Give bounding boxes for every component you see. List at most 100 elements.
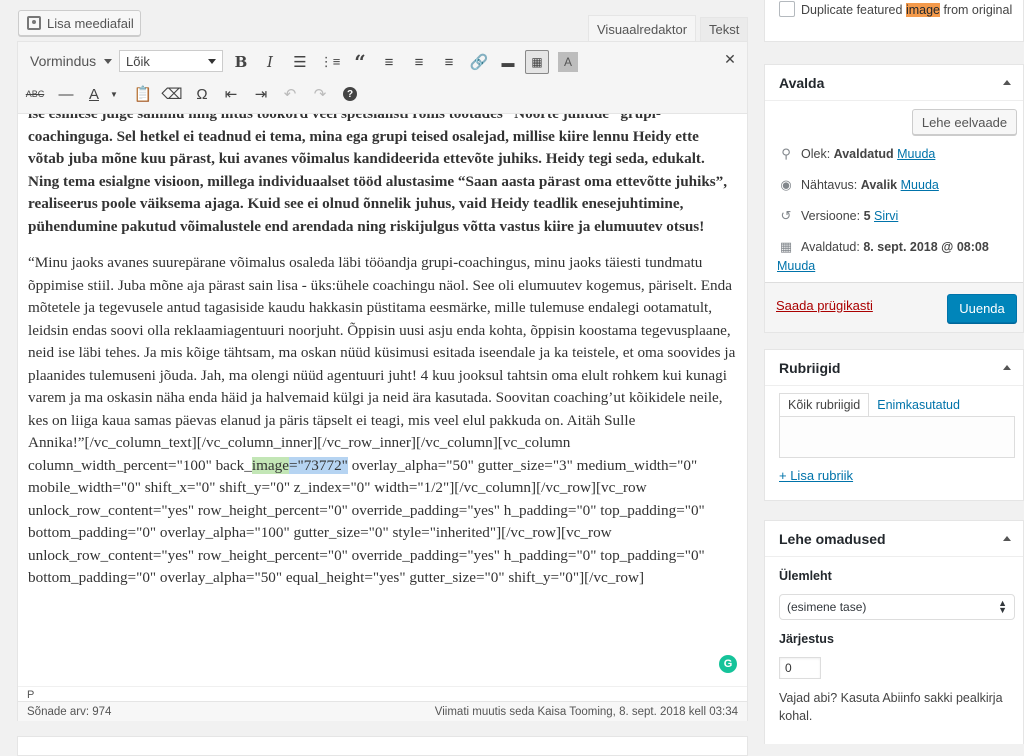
status-text: Olek: Avaldatud Muuda <box>801 147 935 161</box>
duplicate-text: Duplicate featured <box>801 3 906 17</box>
move-to-trash-link[interactable]: Saada prügikasti <box>776 298 873 313</box>
revisions-value: 5 <box>863 209 871 223</box>
parent-select-value: (esimene tase) <box>787 600 867 614</box>
pin-icon: ⚲ <box>781 146 791 161</box>
grammarly-icon[interactable]: G <box>719 655 737 673</box>
add-media-label: Lisa meediafail <box>47 15 134 31</box>
bold-icon[interactable]: B <box>229 50 253 74</box>
chevron-down-icon[interactable]: ▼ <box>102 82 126 106</box>
publish-actions: Saada prügikasti Uuenda <box>765 282 1023 332</box>
published-value: 8. sept. 2018 @ 08:08 <box>863 240 989 254</box>
strikethrough-icon[interactable]: ABC <box>23 82 47 106</box>
blockquote-icon[interactable]: “ <box>348 50 372 74</box>
text-after-highlight: overlay_alpha="50" gutter_size="3" mediu… <box>28 456 705 587</box>
published-edit-link[interactable]: Muuda <box>777 259 815 273</box>
selection-highlight: ="73772" <box>288 456 348 474</box>
duplicate-text-end: from original <box>939 3 1013 17</box>
calendar-icon: ▦ <box>779 239 793 254</box>
status-row: ⚲ Olek: Avaldatud Muuda <box>779 146 935 162</box>
preview-button[interactable]: Lehe eelvaade <box>912 109 1017 135</box>
italic-icon[interactable]: I <box>258 50 282 74</box>
history-icon: ↺ <box>780 208 792 223</box>
collapse-arrow-icon[interactable] <box>1003 80 1011 85</box>
fullscreen-icon[interactable]: ✕ <box>718 47 742 71</box>
revisions-browse-link[interactable]: Sirvi <box>874 209 898 223</box>
published-row: ▦ Avaldatud: 8. sept. 2018 @ 08:08 <box>779 239 1019 255</box>
order-input[interactable]: 0 <box>779 657 821 679</box>
update-button[interactable]: Uuenda <box>947 294 1017 323</box>
clear-formatting-icon[interactable]: ⌫ <box>160 82 184 106</box>
align-right-icon[interactable]: ≡ <box>437 50 461 74</box>
page-attributes-title: Lehe omadused <box>779 530 886 547</box>
toolbar-toggle-icon[interactable]: ▦ <box>525 50 549 74</box>
collapse-arrow-icon[interactable] <box>1003 365 1011 370</box>
categories-list[interactable] <box>779 416 1015 458</box>
editor-toolbar: Vormindus Lõik B I ☰ ⋮≡ “ ≡ ≡ ≡ 🔗 ▬ ▦ A … <box>18 42 747 114</box>
eye-icon: ◉ <box>780 177 792 192</box>
parent-select[interactable]: (esimene tase) ▲ ▼ <box>779 594 1015 620</box>
categories-header[interactable]: Rubriigid <box>765 350 1023 386</box>
published-text: Avaldatud: 8. sept. 2018 @ 08:08 <box>801 240 989 254</box>
tab-text[interactable]: Tekst <box>700 17 749 41</box>
special-character-icon[interactable]: Ω <box>190 82 214 106</box>
paragraph-bold: ise esimese julge sammu ning liitus took… <box>28 114 728 235</box>
paste-text-icon[interactable]: 📋 <box>131 82 155 106</box>
indent-icon[interactable]: ⇥ <box>249 82 273 106</box>
page-attributes-box: Lehe omadused Ülemleht (esimene tase) ▲ ▼… <box>764 520 1024 744</box>
duplicate-featured-box: Duplicate featured image from original <box>764 0 1024 42</box>
redo-icon[interactable]: ↷ <box>308 82 332 106</box>
visibility-label: Nähtavus: <box>801 178 858 192</box>
undo-icon[interactable]: ↶ <box>278 82 302 106</box>
publish-title: Avalda <box>779 74 825 91</box>
format-select-label: Vormindus <box>30 53 97 69</box>
link-icon[interactable]: 🔗 <box>467 50 491 74</box>
block-format-select[interactable]: Lõik <box>119 50 223 72</box>
search-highlight: image <box>905 3 940 17</box>
help-text: Vajad abi? Kasuta Abiinfo sakki pealkirj… <box>779 691 1003 723</box>
status-value: Avaldatud <box>833 147 894 161</box>
parent-label: Ülemleht <box>779 569 832 583</box>
editor-column: Lisa meediafail Visuaalredaktor Tekst Vo… <box>0 0 760 756</box>
publish-header[interactable]: Avalda <box>765 65 1023 101</box>
editor-frame: Vormindus Lõik B I ☰ ⋮≡ “ ≡ ≡ ≡ 🔗 ▬ ▦ A … <box>17 41 748 721</box>
add-media-button[interactable]: Lisa meediafail <box>18 10 141 36</box>
categories-box: Rubriigid Kõik rubriigid Enimkasutatud +… <box>764 349 1024 501</box>
tab-most-used[interactable]: Enimkasutatud <box>869 393 968 417</box>
add-category-link[interactable]: + Lisa rubriik <box>779 468 853 483</box>
wpb-icon[interactable]: A <box>558 52 578 72</box>
published-label: Avaldatud: <box>801 240 860 254</box>
order-label: Järjestus <box>779 632 834 646</box>
page-attributes-header[interactable]: Lehe omadused <box>765 521 1023 557</box>
help-icon[interactable]: ? <box>338 82 362 106</box>
visibility-value: Avalik <box>860 178 898 192</box>
align-center-icon[interactable]: ≡ <box>407 50 431 74</box>
categories-tabs: Kõik rubriigid Enimkasutatud <box>779 393 968 417</box>
text-before-highlight: “Minu jaoks avanes suurepärane võimalus … <box>28 254 736 474</box>
media-icon <box>27 16 41 30</box>
tab-all-categories[interactable]: Kõik rubriigid <box>779 393 870 417</box>
chevron-down-icon <box>208 58 216 64</box>
horizontal-line-icon[interactable]: — <box>54 82 78 106</box>
status-edit-link[interactable]: Muuda <box>897 147 935 161</box>
outdent-icon[interactable]: ⇤ <box>219 82 243 106</box>
format-select[interactable]: Vormindus <box>26 50 116 72</box>
read-more-icon[interactable]: ▬ <box>496 50 520 74</box>
last-modified: Viimati muutis seda Kaisa Tooming, 8. se… <box>434 705 738 718</box>
visibility-edit-link[interactable]: Muuda <box>901 178 939 192</box>
revisions-label: Versioone: <box>801 209 861 223</box>
revisions-row: ↺ Versioone: 5 Sirvi <box>779 208 899 224</box>
bullet-list-icon[interactable]: ☰ <box>288 50 312 74</box>
revisions-text: Versioone: 5 Sirvi <box>801 209 898 223</box>
numbered-list-icon[interactable]: ⋮≡ <box>318 50 342 74</box>
publish-box: Avalda Lehe eelvaade ⚲ Olek: Avaldatud M… <box>764 64 1024 333</box>
tab-visual[interactable]: Visuaalredaktor <box>588 15 697 42</box>
editor-status-bar: Sõnade arv: 974 Viimati muutis seda Kais… <box>18 701 747 721</box>
collapse-arrow-icon[interactable] <box>1003 536 1011 541</box>
duplicate-featured-checkbox[interactable] <box>779 1 795 17</box>
editor-content[interactable]: ise esimese julge sammu ning liitus took… <box>18 114 747 686</box>
duplicate-featured-label: Duplicate featured image from original <box>801 2 1015 18</box>
align-left-icon[interactable]: ≡ <box>377 50 401 74</box>
word-count: Sõnade arv: 974 <box>27 705 112 718</box>
element-path[interactable]: P <box>18 686 747 702</box>
chevron-down-icon <box>104 58 112 64</box>
